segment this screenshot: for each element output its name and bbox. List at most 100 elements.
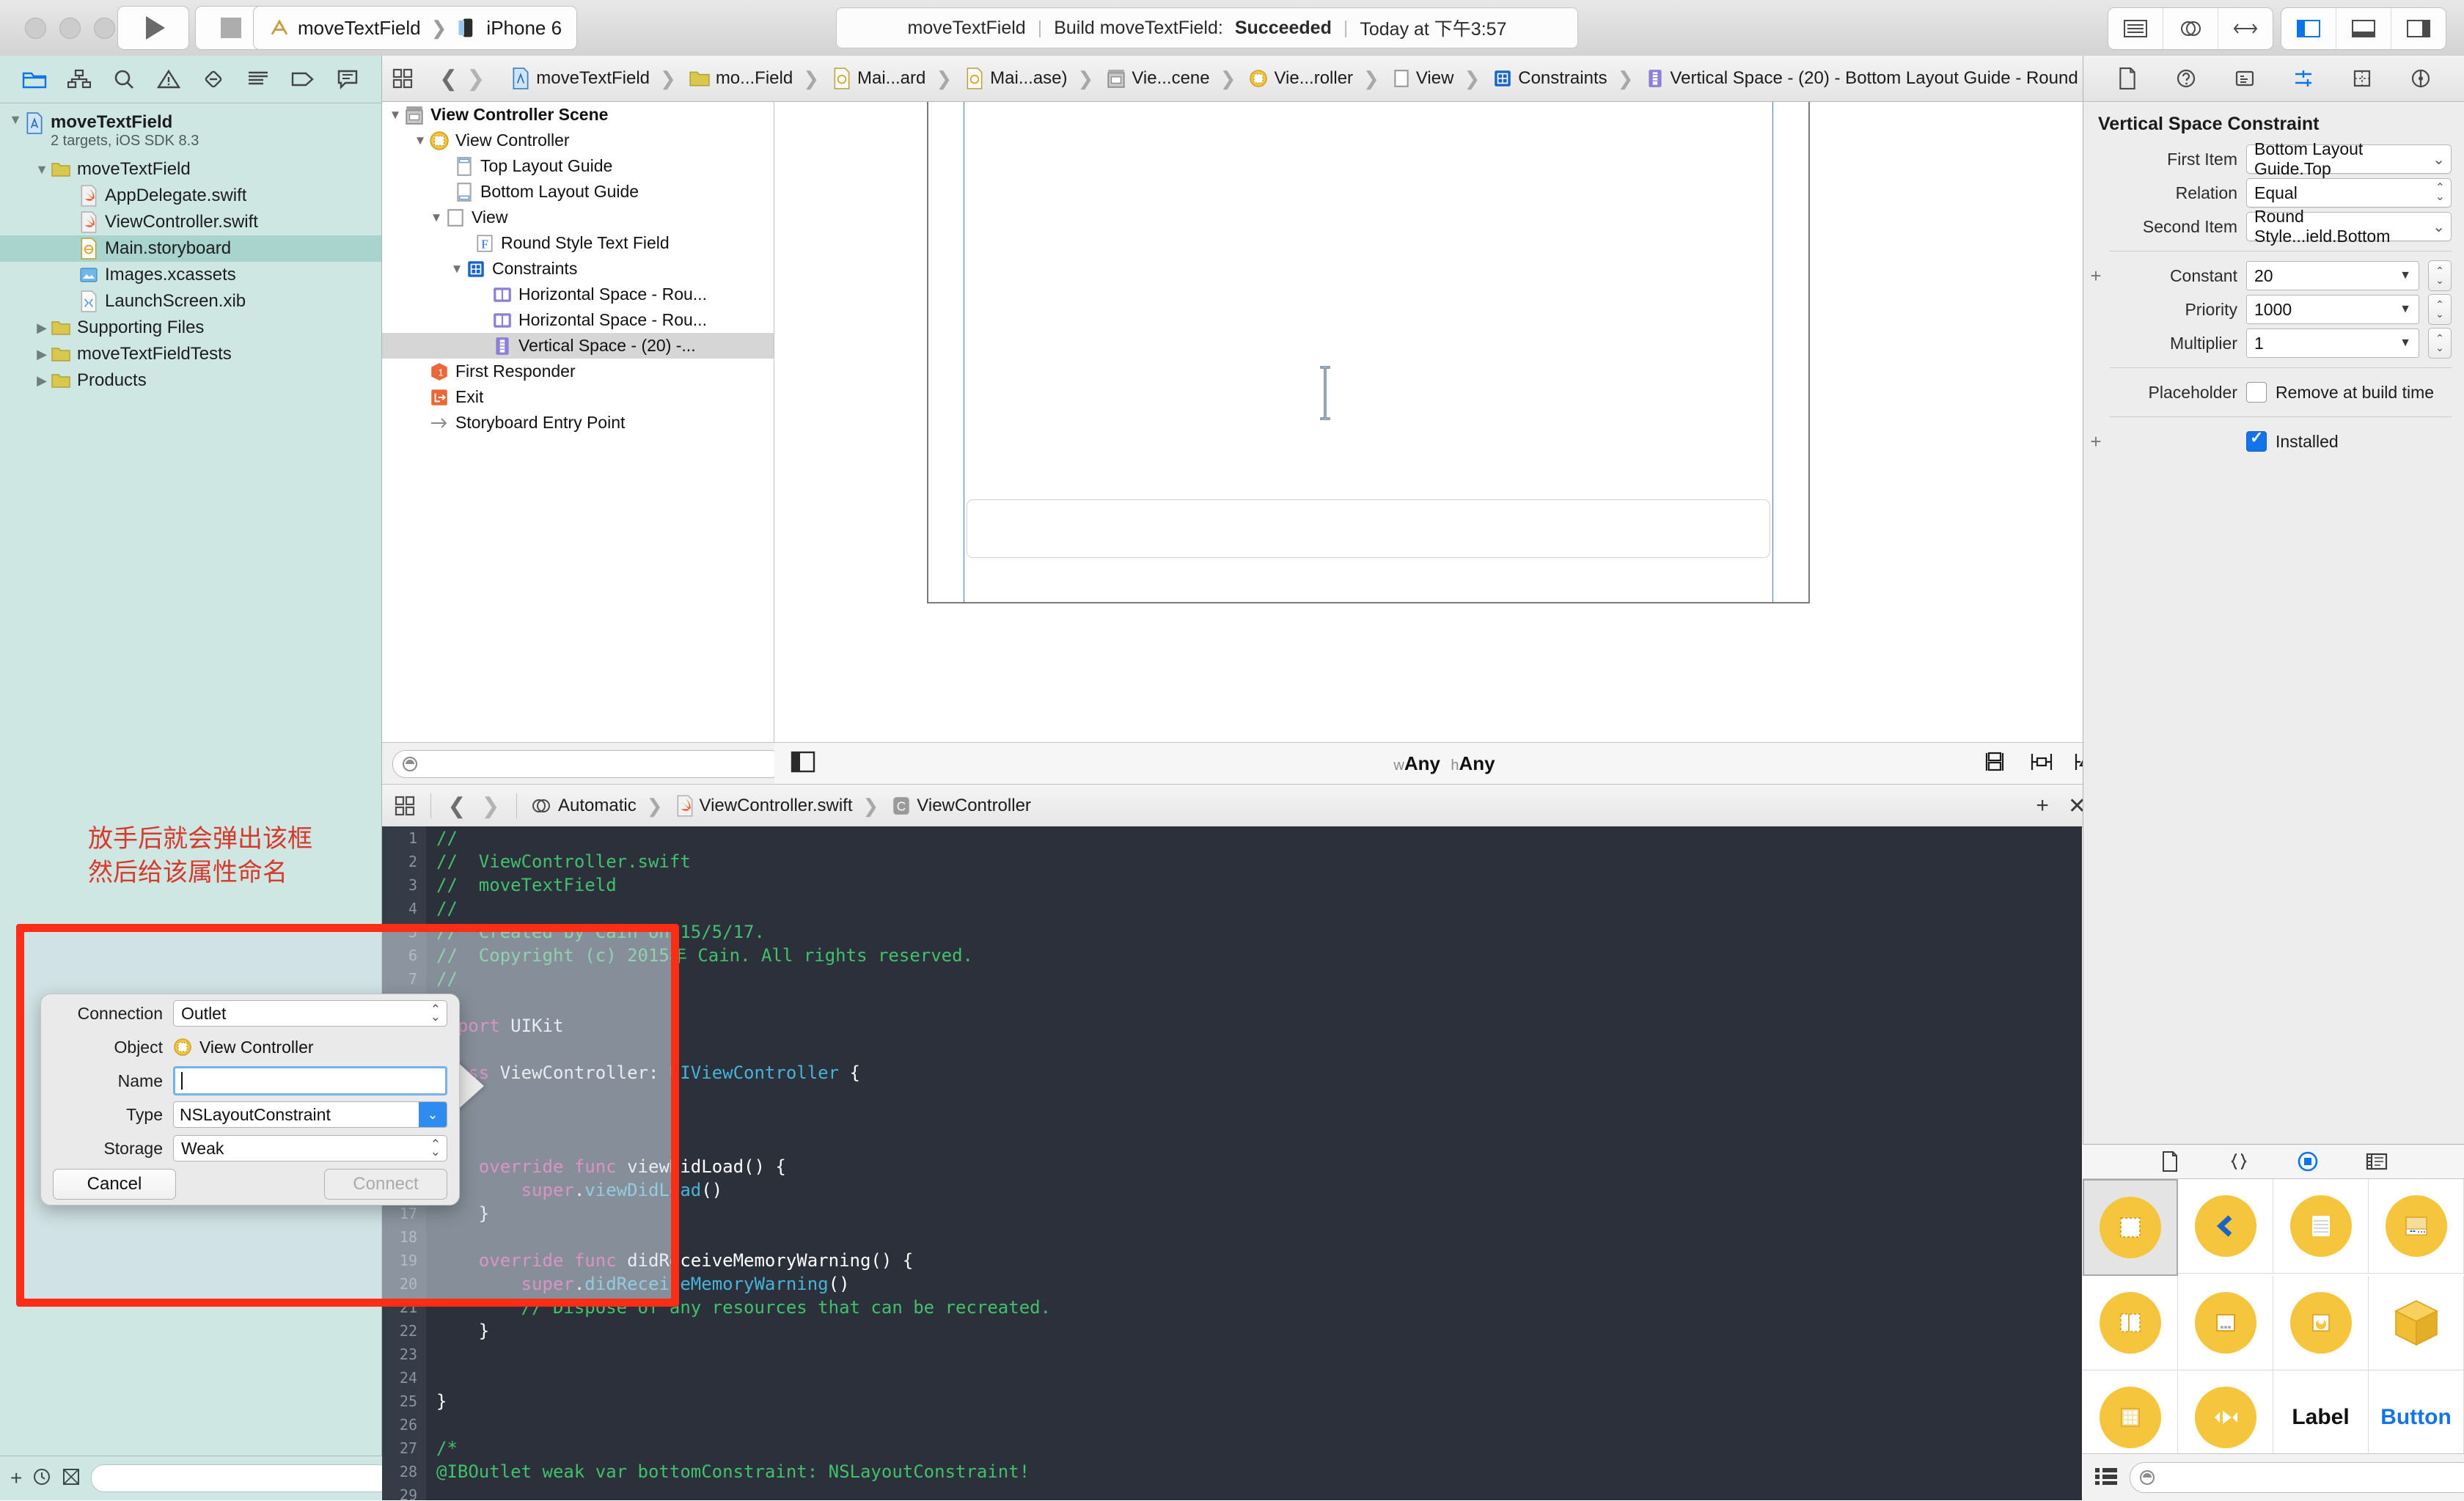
outline-row-hconstraint-1[interactable]: Horizontal Space - Rou...: [382, 282, 774, 307]
disclosure-triangle[interactable]: ▶: [32, 347, 51, 362]
disclosure-triangle[interactable]: ▼: [428, 210, 445, 225]
breadcrumb-item-swift-file[interactable]: ViewController.swift ❯: [676, 795, 884, 818]
forward-button[interactable]: ❯: [478, 794, 503, 818]
code-line[interactable]: // moveTextField: [436, 873, 2082, 897]
code-snippet-icon[interactable]: [2227, 1150, 2251, 1173]
outline-row-top-layout-guide[interactable]: Top Layout Guide: [382, 153, 774, 179]
code-line[interactable]: }: [436, 1319, 2082, 1343]
chevron-down-icon[interactable]: ▼: [2399, 303, 2411, 316]
diamond-icon[interactable]: [199, 65, 228, 94]
name-input[interactable]: [173, 1066, 447, 1096]
library-item-avplayer-view-controller[interactable]: [2273, 1276, 2369, 1370]
file-row-viewcontroller[interactable]: ViewController.swift: [0, 209, 381, 235]
sitemap-icon[interactable]: [65, 65, 94, 94]
panel-toggle-group[interactable]: [2281, 7, 2446, 50]
type-combobox[interactable]: NSLayoutConstraint ⌄: [173, 1101, 447, 1128]
code-line[interactable]: [436, 1413, 2082, 1436]
breadcrumb-item-scene[interactable]: Vie...cene ❯: [1107, 67, 1240, 90]
connection-popup-button[interactable]: Outlet ⌃ ⌄: [173, 1000, 447, 1027]
filter-source-control-icon[interactable]: [62, 1467, 81, 1490]
version-editor-button[interactable]: [2218, 8, 2273, 49]
file-template-icon[interactable]: [2158, 1150, 2182, 1173]
inspector-tab-bar[interactable]: [2083, 56, 2464, 102]
installed-checkbox[interactable]: [2246, 428, 2267, 452]
library-item-view-controller[interactable]: [2083, 1179, 2178, 1276]
outline-row-view[interactable]: ▼ View: [382, 205, 774, 230]
breadcrumb-item-view[interactable]: View ❯: [1393, 67, 1484, 90]
disclosure-triangle[interactable]: ▶: [32, 373, 51, 389]
priority-input[interactable]: 1000 ▼: [2246, 295, 2419, 324]
code-line[interactable]: class ViewController: UIViewController {: [436, 1061, 2082, 1085]
outline-row-vconstraint-selected[interactable]: Vertical Space - (20) -...: [382, 333, 774, 359]
constant-stepper[interactable]: ⌃ ⌄: [2428, 260, 2452, 291]
disclosure-triangle[interactable]: ▼: [386, 108, 404, 122]
zoom-window-button[interactable]: [94, 18, 115, 39]
library-tab-bar[interactable]: [2083, 1145, 2464, 1179]
code-line[interactable]: }: [436, 1390, 2082, 1413]
connections-icon[interactable]: [2408, 65, 2434, 92]
stack-button[interactable]: [1985, 751, 2010, 777]
file-row-main-storyboard[interactable]: Main.storyboard: [0, 235, 381, 262]
code-line[interactable]: // Dispose of any resources that can be …: [436, 1296, 2082, 1319]
storage-popup-button[interactable]: Weak ⌃ ⌄: [173, 1135, 447, 1161]
code-line[interactable]: [436, 991, 2082, 1014]
add-file-button[interactable]: +: [10, 1467, 22, 1490]
code-line[interactable]: import UIKit: [436, 1014, 2082, 1038]
library-item-split-view-controller[interactable]: [2083, 1276, 2178, 1370]
filter-recent-icon[interactable]: [32, 1467, 51, 1490]
breadcrumb-item-project[interactable]: moveTextField ❯: [511, 67, 681, 90]
code-line[interactable]: /*: [436, 1436, 2082, 1460]
view-controller-device-frame[interactable]: [927, 102, 1810, 603]
warning-icon[interactable]: [154, 65, 183, 94]
outline-row-viewcontroller[interactable]: ▼ View Controller: [382, 128, 774, 153]
search-icon[interactable]: [109, 65, 139, 94]
code-line[interactable]: override func viewDidLoad() {: [436, 1155, 2082, 1178]
related-items-icon[interactable]: [392, 67, 413, 89]
close-window-button[interactable]: [25, 18, 46, 39]
size-icon[interactable]: [2349, 65, 2375, 92]
library-item-navigation-controller[interactable]: [2178, 1179, 2273, 1274]
disclosure-triangle[interactable]: ▶: [32, 320, 51, 336]
code-line[interactable]: [436, 1108, 2082, 1131]
assistant-editor-button[interactable]: [2163, 8, 2218, 49]
standard-editor-button[interactable]: [2108, 8, 2163, 49]
breadcrumb-item-storyboard[interactable]: Mai...ard ❯: [832, 67, 956, 90]
library-item-button[interactable]: Button: [2369, 1370, 2464, 1465]
breadcrumb-item-viewcontroller[interactable]: Vie...roller ❯: [1249, 67, 1383, 90]
code-line[interactable]: [436, 1366, 2082, 1390]
run-button[interactable]: [117, 6, 189, 50]
quickhelp-icon[interactable]: [2173, 65, 2199, 92]
relation-popup[interactable]: Equal ⌃ ⌄: [2246, 178, 2452, 208]
breadcrumb-item-automatic[interactable]: Automatic ❯: [530, 795, 667, 818]
back-button[interactable]: ❮: [439, 67, 458, 91]
first-item-popup[interactable]: Bottom Layout Guide.Top ⌄: [2246, 139, 2452, 178]
chevron-down-icon[interactable]: ⌄: [419, 1102, 447, 1127]
code-line[interactable]: @IBOutlet weak var bottomConstraint: NSL…: [436, 1460, 2082, 1483]
align-button[interactable]: [2029, 751, 2054, 777]
navigator-tab-bar[interactable]: [0, 56, 381, 103]
navigator-filter-input[interactable]: [91, 1464, 392, 1492]
toggle-utilities-button[interactable]: [2391, 8, 2446, 49]
library-list-view-toggle[interactable]: [2094, 1467, 2118, 1489]
identity-icon[interactable]: [2232, 65, 2258, 92]
storyboard-canvas[interactable]: [774, 102, 2082, 742]
breadcrumb-item-constraints[interactable]: Constraints ❯: [1493, 67, 1638, 90]
outline-row-first-responder[interactable]: 1 First Responder: [382, 359, 774, 384]
file-row-tests[interactable]: ▶ moveTextFieldTests: [0, 341, 381, 367]
code-line[interactable]: [436, 1085, 2082, 1108]
code-line[interactable]: //: [436, 967, 2082, 991]
media-library-icon[interactable]: [2365, 1150, 2388, 1173]
code-line[interactable]: override func didReceiveMemoryWarning() …: [436, 1249, 2082, 1272]
outline-row-bottom-layout-guide[interactable]: Bottom Layout Guide: [382, 179, 774, 205]
forward-button[interactable]: ❯: [466, 67, 485, 91]
code-line[interactable]: //: [436, 826, 2082, 850]
toggle-debug-button[interactable]: [2336, 8, 2391, 49]
editor-mode-group[interactable]: [2108, 7, 2273, 50]
code-line[interactable]: super.didReceiveMemoryWarning(): [436, 1272, 2082, 1296]
related-items-icon[interactable]: [392, 795, 417, 817]
library-item-media-player[interactable]: [2178, 1370, 2273, 1465]
outline-row-hconstraint-2[interactable]: Horizontal Space - Rou...: [382, 307, 774, 333]
code-line[interactable]: [436, 1131, 2082, 1155]
outline-row-constraints[interactable]: ▼ Constraints: [382, 256, 774, 282]
multiplier-stepper[interactable]: ⌃ ⌄: [2428, 328, 2452, 359]
